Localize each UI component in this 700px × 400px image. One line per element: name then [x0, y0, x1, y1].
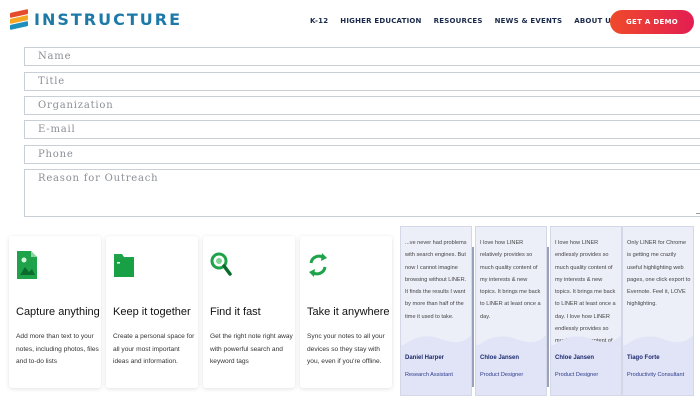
email-placeholder: E-mail	[38, 124, 76, 135]
testimonial-role: Productivity Consultant	[627, 372, 685, 378]
nav-item-news-events[interactable]: NEWS & EVENTS	[495, 17, 563, 25]
testimonial-card: I love how LINER relatively provides so …	[475, 226, 549, 396]
testimonial-author: Tiago Forte	[627, 355, 660, 361]
testimonial-card: I love how LINER endlessly provides so m…	[550, 226, 624, 396]
folder-icon	[114, 254, 134, 277]
feature-card-capture: Capture anything Add more than text to y…	[9, 236, 101, 388]
feature-description: Sync your notes to all your devices so t…	[307, 333, 385, 365]
feature-description: Create a personal space for all your mos…	[113, 333, 195, 365]
nav-item-resources[interactable]: RESOURCES	[434, 17, 483, 25]
feature-title: Take it anywhere	[307, 306, 390, 318]
logo-text: INSTRUCTURE	[34, 10, 182, 29]
feature-title: Keep it together	[113, 306, 191, 318]
testimonial-author: Chloe Jansen	[480, 355, 520, 361]
title-field[interactable]: Title	[24, 72, 700, 91]
sync-icon	[309, 253, 327, 277]
logo-mark-icon	[10, 8, 28, 30]
organization-placeholder: Organization	[38, 100, 114, 111]
phone-placeholder: Phone	[38, 149, 74, 160]
testimonial-card: Only LINER for Chrome is getting me craz…	[622, 226, 694, 396]
feature-card-find-fast: Find it fast Get the right note right aw…	[203, 236, 295, 388]
card-divider	[472, 247, 474, 387]
card-divider	[547, 247, 549, 387]
email-field[interactable]: E-mail	[24, 120, 700, 139]
testimonial-quote: I love how LINER relatively provides so …	[480, 240, 541, 320]
nav-item-k12[interactable]: K-12	[310, 17, 328, 25]
testimonial-footer	[476, 345, 546, 395]
testimonial-role: Product Designer	[480, 372, 524, 378]
name-placeholder: Name	[38, 51, 72, 62]
testimonial-role: Product Designer	[555, 372, 599, 378]
main-nav: K-12 HIGHER EDUCATION RESOURCES NEWS & E…	[310, 17, 628, 25]
testimonial-author: Chloe Jansen	[555, 355, 595, 361]
feature-description: Add more than text to your notes, includ…	[16, 333, 99, 365]
testimonial-author: Daniel Harper	[405, 355, 445, 361]
name-field[interactable]: Name	[24, 47, 700, 66]
testimonial-quote: Only LINER for Chrome is getting me craz…	[627, 240, 691, 308]
title-placeholder: Title	[38, 76, 66, 87]
testimonial-footer	[623, 345, 693, 395]
feature-description: Get the right note right away with power…	[210, 333, 293, 365]
search-icon	[210, 252, 232, 276]
feature-card-keep-together: Keep it together Create a personal space…	[106, 236, 198, 388]
nav-item-higher-education[interactable]: HIGHER EDUCATION	[340, 17, 421, 25]
testimonial-role: Research Assistant	[405, 372, 453, 378]
feature-card-take-anywhere: Take it anywhere Sync your notes to all …	[300, 236, 392, 388]
testimonial-card: ...ve never had problems with search eng…	[400, 226, 474, 396]
capture-icon	[17, 251, 37, 279]
reason-placeholder: Reason for Outreach	[38, 173, 159, 184]
testimonial-quote: ...ve never had problems with search eng…	[405, 240, 467, 320]
testimonial-footer	[401, 345, 471, 395]
testimonial-footer	[551, 345, 621, 395]
feature-title: Capture anything	[16, 306, 100, 318]
feature-title: Find it fast	[210, 306, 261, 318]
logo[interactable]: INSTRUCTURE	[10, 8, 182, 30]
reason-textarea[interactable]: Reason for Outreach	[24, 169, 700, 217]
resize-handle-icon[interactable]	[695, 208, 700, 214]
site-header: INSTRUCTURE K-12 HIGHER EDUCATION RESOUR…	[0, 0, 700, 44]
phone-field[interactable]: Phone	[24, 145, 700, 164]
testimonial-carousel: ...ve never had problems with search eng…	[400, 226, 696, 396]
get-a-demo-button[interactable]: GET A DEMO	[610, 10, 694, 34]
organization-field[interactable]: Organization	[24, 96, 700, 115]
